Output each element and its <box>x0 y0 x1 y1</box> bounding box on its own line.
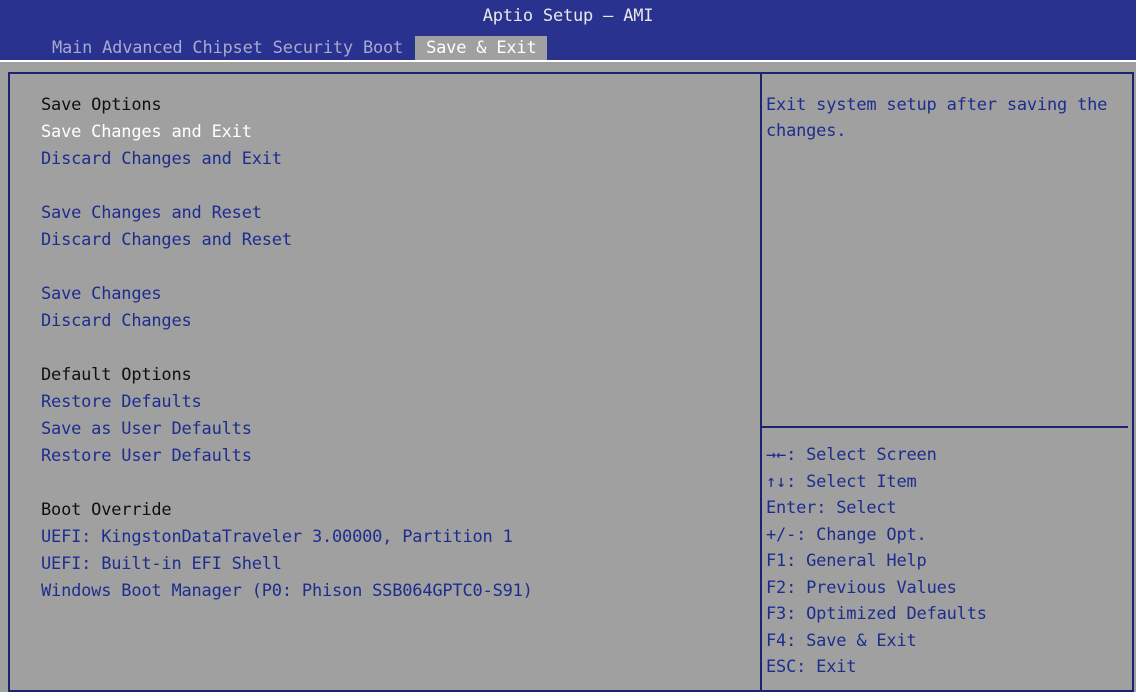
window-title: Aptio Setup – AMI <box>482 6 654 26</box>
panel-divider <box>760 72 762 692</box>
arrow-up-down-icon: ↑↓ <box>766 471 787 492</box>
discard-changes-item[interactable]: Discard Changes <box>41 308 192 334</box>
key-help-row: Enter: Select <box>766 498 897 518</box>
restore-defaults-item[interactable]: Restore Defaults <box>41 389 202 415</box>
save-changes-and-exit-item[interactable]: Save Changes and Exit <box>41 119 252 145</box>
key-help-row: F4: Save & Exit <box>766 630 917 651</box>
boot-option-windows-boot-manager[interactable]: Windows Boot Manager (P0: Phison SSB064G… <box>41 578 533 604</box>
boot-option-kingston[interactable]: UEFI: KingstonDataTraveler 3.00000, Part… <box>41 524 513 550</box>
restore-user-defaults-item[interactable]: Restore User Defaults <box>41 443 252 469</box>
key-help-list: →←: Select Screen ↑↓: Select Item Enter:… <box>766 442 1126 681</box>
tab-bar: Main Advanced Chipset Security Boot Save… <box>48 36 549 60</box>
key-help-row: →←: Select Screen <box>766 445 937 465</box>
discard-changes-and-exit-item[interactable]: Discard Changes and Exit <box>41 146 282 172</box>
save-user-defaults-item[interactable]: Save as User Defaults <box>41 416 252 442</box>
item-help-text: Exit system setup after saving the chang… <box>766 95 1108 141</box>
help-separator <box>762 426 1128 428</box>
tab-chipset[interactable]: Chipset <box>188 36 266 60</box>
boot-option-efi-shell[interactable]: UEFI: Built-in EFI Shell <box>41 551 282 577</box>
key-help-row: ↑↓: Select Item <box>766 471 917 492</box>
key-help-row: F3: Optimized Defaults <box>766 604 987 624</box>
tab-boot[interactable]: Boot <box>359 36 407 60</box>
key-help-row: F2: Previous Values <box>766 577 957 598</box>
save-options-header: Save Options <box>41 95 162 115</box>
tab-save-exit[interactable]: Save & Exit <box>415 36 548 60</box>
tab-main[interactable]: Main <box>48 36 96 60</box>
arrow-left-right-icon: →← <box>766 445 787 465</box>
tab-advanced[interactable]: Advanced <box>98 36 186 60</box>
title-bar: Aptio Setup – AMI Main Advanced Chipset … <box>0 0 1136 62</box>
save-changes-item[interactable]: Save Changes <box>41 281 162 307</box>
default-options-header: Default Options <box>41 365 192 385</box>
boot-override-header: Boot Override <box>41 500 172 520</box>
key-help-row: F1: General Help <box>766 551 927 571</box>
tab-security[interactable]: Security <box>269 36 357 60</box>
key-help-row: +/-: Change Opt. <box>766 524 927 545</box>
key-help-row: ESC: Exit <box>766 657 857 677</box>
save-changes-and-reset-item[interactable]: Save Changes and Reset <box>41 200 262 226</box>
discard-changes-and-reset-item[interactable]: Discard Changes and Reset <box>41 227 292 253</box>
